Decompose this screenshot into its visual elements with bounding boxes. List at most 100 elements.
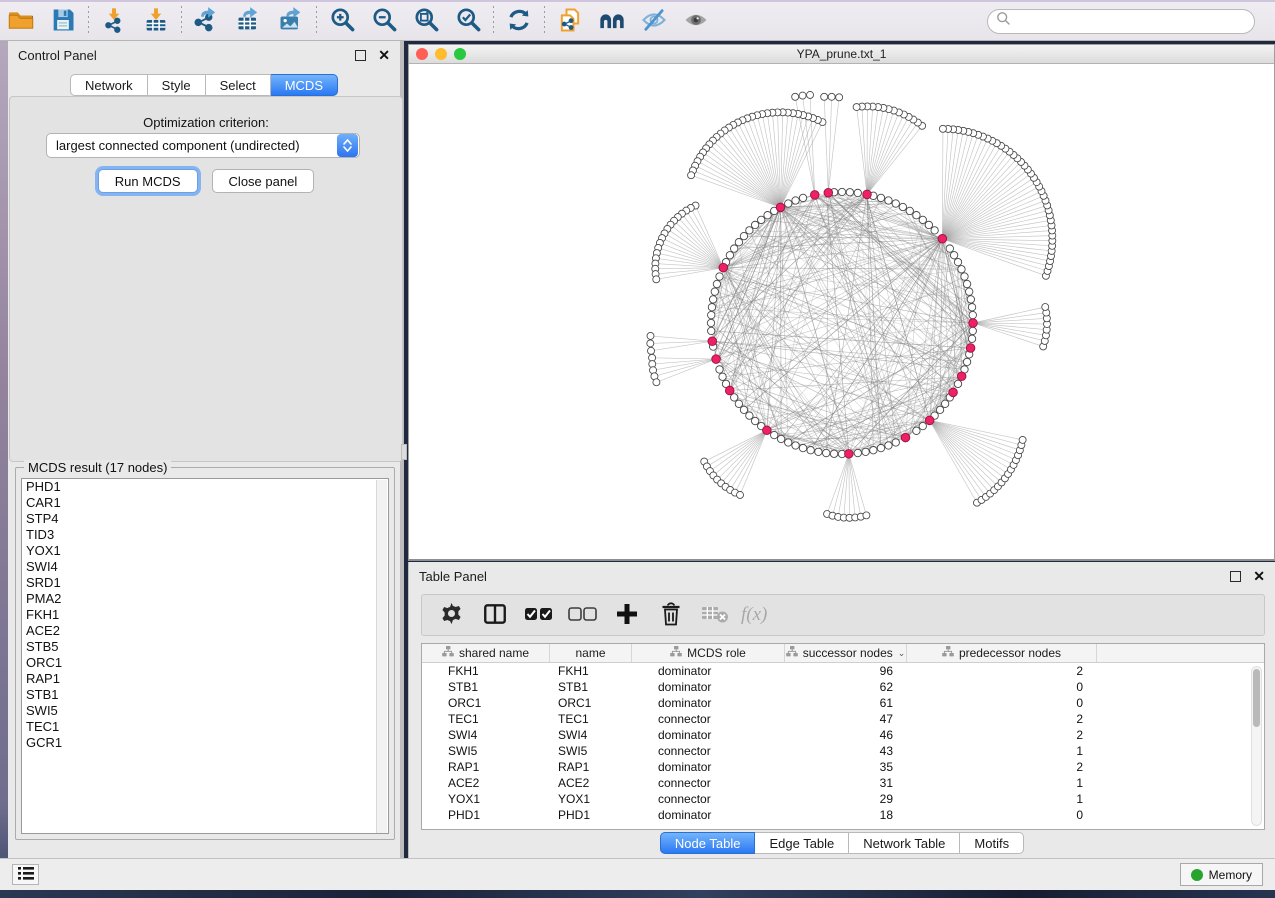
mcds-list-scrollbar[interactable] <box>376 480 387 834</box>
mcds-result-item[interactable]: TID3 <box>22 527 388 543</box>
cell-name: YOX1 <box>550 791 632 807</box>
table-row[interactable]: SWI4SWI4dominator462 <box>422 727 1264 743</box>
table-row[interactable]: PHD1PHD1dominator180 <box>422 807 1264 823</box>
network-view-window: YPA_prune.txt_1 <box>408 44 1275 561</box>
mcds-result-item[interactable]: GCR1 <box>22 735 388 751</box>
float-panel-icon[interactable] <box>355 50 366 61</box>
cell-successor-nodes: 35 <box>785 759 907 775</box>
table-row[interactable]: TEC1TEC1connector472 <box>422 711 1264 727</box>
mcds-result-group: MCDS result (17 nodes) PHD1CAR1STP4TID3Y… <box>15 467 395 840</box>
mcds-result-item[interactable]: STB5 <box>22 639 388 655</box>
column-header-MCDS-role[interactable]: MCDS role <box>632 644 785 662</box>
mcds-result-item[interactable]: ACE2 <box>22 623 388 639</box>
open-session-button[interactable] <box>0 4 42 38</box>
run-mcds-button[interactable]: Run MCDS <box>98 169 198 193</box>
close-table-panel-icon[interactable]: ✕ <box>1253 571 1265 582</box>
table-scrollbar-thumb[interactable] <box>1253 669 1260 727</box>
save-session-button[interactable] <box>42 4 84 38</box>
tab-network-table[interactable]: Network Table <box>849 832 960 854</box>
mcds-result-list[interactable]: PHD1CAR1STP4TID3YOX1SWI4SRD1PMA2FKH1ACE2… <box>21 478 389 834</box>
zoom-selected-button[interactable] <box>447 4 489 38</box>
mcds-result-item[interactable]: FKH1 <box>22 607 388 623</box>
cell-name: TEC1 <box>550 711 632 727</box>
cell-predecessor-nodes: 2 <box>907 711 1097 727</box>
search-input[interactable] <box>1011 14 1254 28</box>
mcds-result-item[interactable]: SWI4 <box>22 559 388 575</box>
first-neighbors-button[interactable] <box>591 4 633 38</box>
export-image-button[interactable] <box>270 4 312 38</box>
panel-divider-grip[interactable] <box>401 444 407 460</box>
close-panel-icon[interactable]: ✕ <box>378 50 390 61</box>
mcds-result-item[interactable]: SRD1 <box>22 575 388 591</box>
table-row[interactable]: YOX1YOX1connector291 <box>422 791 1264 807</box>
import-table-icon <box>142 6 170 37</box>
zoom-in-button[interactable] <box>321 4 363 38</box>
export-network-button[interactable] <box>186 4 228 38</box>
network-graph-canvas[interactable] <box>409 64 1274 560</box>
table-row[interactable]: SWI5SWI5connector431 <box>422 743 1264 759</box>
add-column-button[interactable] <box>612 599 642 631</box>
table-scrollbar[interactable] <box>1251 666 1262 826</box>
table-row[interactable]: ORC1ORC1dominator610 <box>422 695 1264 711</box>
network-window-titlebar[interactable]: YPA_prune.txt_1 <box>409 45 1274 64</box>
mcds-result-item[interactable]: YOX1 <box>22 543 388 559</box>
mcds-result-item[interactable]: ORC1 <box>22 655 388 671</box>
tab-style[interactable]: Style <box>148 74 206 96</box>
import-network-button[interactable] <box>93 4 135 38</box>
delete-table-button[interactable] <box>700 599 730 631</box>
tab-select[interactable]: Select <box>206 74 271 96</box>
list-icon <box>18 867 34 883</box>
column-header-shared-name[interactable]: shared name <box>422 644 550 662</box>
zoom-fit-button[interactable] <box>405 4 447 38</box>
cell-name: ACE2 <box>550 775 632 791</box>
function-builder-button[interactable]: f(x) <box>744 599 774 631</box>
table-row[interactable]: ACE2ACE2connector311 <box>422 775 1264 791</box>
zoom-selected-icon <box>455 6 482 36</box>
cell-successor-nodes: 31 <box>785 775 907 791</box>
select-all-button[interactable] <box>524 599 554 631</box>
optimization-criterion-value: largest connected component (undirected) <box>47 138 337 153</box>
search-icon <box>996 11 1011 31</box>
gear-button[interactable] <box>436 599 466 631</box>
column-header-name[interactable]: name <box>550 644 632 662</box>
mcds-result-item[interactable]: STP4 <box>22 511 388 527</box>
table-row[interactable]: STB1STB1dominator620 <box>422 679 1264 695</box>
tab-motifs[interactable]: Motifs <box>960 832 1024 854</box>
delete-button[interactable] <box>656 599 686 631</box>
tab-mcds[interactable]: MCDS <box>271 74 338 96</box>
float-table-panel-icon[interactable] <box>1230 571 1241 582</box>
close-panel-button[interactable]: Close panel <box>212 169 315 193</box>
mcds-result-item[interactable]: RAP1 <box>22 671 388 687</box>
refresh-icon <box>505 6 533 37</box>
node-table-body: FKH1FKH1dominator962STB1STB1dominator620… <box>422 663 1264 823</box>
tab-node-table[interactable]: Node Table <box>660 832 756 854</box>
column-header-successor-nodes[interactable]: successor nodes⌄ <box>785 644 907 662</box>
cell-MCDS-role: connector <box>632 711 785 727</box>
split-columns-button[interactable] <box>480 599 510 631</box>
duplicate-network-button[interactable] <box>549 4 591 38</box>
show-all-button[interactable] <box>675 4 717 38</box>
show-panels-button[interactable] <box>12 864 39 885</box>
export-table-button[interactable] <box>228 4 270 38</box>
hide-selected-button[interactable] <box>633 4 675 38</box>
mcds-result-item[interactable]: PMA2 <box>22 591 388 607</box>
mcds-result-item[interactable]: TEC1 <box>22 719 388 735</box>
desktop-background <box>0 41 8 890</box>
mcds-result-item[interactable]: CAR1 <box>22 495 388 511</box>
refresh-button[interactable] <box>498 4 540 38</box>
memory-button[interactable]: Memory <box>1180 863 1263 886</box>
tab-network[interactable]: Network <box>70 74 148 96</box>
table-row[interactable]: RAP1RAP1dominator352 <box>422 759 1264 775</box>
tab-edge-table[interactable]: Edge Table <box>755 832 849 854</box>
table-row[interactable]: FKH1FKH1dominator962 <box>422 663 1264 679</box>
mcds-result-item[interactable]: PHD1 <box>22 479 388 495</box>
mcds-result-item[interactable]: SWI5 <box>22 703 388 719</box>
mcds-result-item[interactable]: STB1 <box>22 687 388 703</box>
zoom-out-button[interactable] <box>363 4 405 38</box>
search-box[interactable] <box>987 9 1255 34</box>
optimization-criterion-select[interactable]: largest connected component (undirected) <box>46 133 360 158</box>
column-header-predecessor-nodes[interactable]: predecessor nodes <box>907 644 1097 662</box>
import-table-button[interactable] <box>135 4 177 38</box>
deselect-all-button[interactable] <box>568 599 598 631</box>
cell-shared-name: STB1 <box>422 679 550 695</box>
